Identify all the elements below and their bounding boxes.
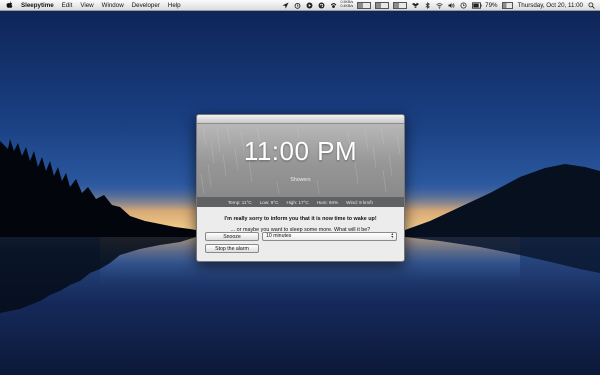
menu-window[interactable]: Window <box>102 2 124 9</box>
weather-condition: Showers <box>290 177 311 183</box>
snooze-duration-select[interactable]: 10 minutes ▲ ▼ <box>262 232 397 241</box>
app-menu-sleepytime[interactable]: Sleepytime <box>21 2 54 9</box>
weather-low: Low: 9°C <box>259 199 279 205</box>
disk-meter-icon[interactable] <box>393 1 408 9</box>
network-rate: 0.5KB/s 0.4KB/s <box>340 0 354 9</box>
wifi-icon[interactable] <box>436 2 443 9</box>
menu-view[interactable]: View <box>80 2 93 9</box>
weather-wind: Wind: 9 km/h <box>346 199 373 205</box>
paw-icon[interactable] <box>330 2 337 9</box>
weather-high: High: 17°C <box>286 199 309 205</box>
play-icon[interactable] <box>306 2 313 9</box>
weather-stats-bar: Temp: 11°C Low: 9°C High: 17°C Hum: 94% … <box>197 197 404 207</box>
alarm-clock-icon[interactable] <box>294 2 301 9</box>
dropbox-icon[interactable] <box>412 2 420 9</box>
apple-menu-icon[interactable] <box>6 1 13 9</box>
chevron-up-down-icon: ▲ ▼ <box>390 232 394 240</box>
snooze-duration-value: 10 minutes <box>266 233 292 239</box>
keyboard-input-icon[interactable] <box>501 1 513 9</box>
menu-help[interactable]: Help <box>168 2 181 9</box>
sync-icon[interactable] <box>318 2 325 9</box>
volume-icon[interactable] <box>448 2 455 9</box>
alarm-time: 11:00 PM <box>243 136 358 166</box>
bluetooth-icon[interactable] <box>424 1 431 9</box>
alarm-messages: I'm really sorry to inform you that it i… <box>197 207 404 233</box>
weather-humidity: Hum: 94% <box>316 199 339 205</box>
spotlight-search-icon[interactable] <box>588 1 595 9</box>
stop-alarm-button[interactable]: Stop the alarm <box>205 244 259 253</box>
weather-panel: 11:00 PM Showers <box>197 124 404 197</box>
location-icon[interactable] <box>281 1 289 9</box>
menu-developer[interactable]: Developer <box>132 2 160 9</box>
menu-edit[interactable]: Edit <box>62 2 73 9</box>
menubar-clock[interactable]: Thursday, Oct 20, 11:00 <box>518 2 583 9</box>
network-download-rate: 0.4KB/s <box>340 4 354 8</box>
alarm-window: 11:00 PM Showers Temp: 11°C Low: 9°C Hig… <box>196 114 405 262</box>
menu-bar: Sleepytime Edit View Window Developer He… <box>0 0 600 11</box>
time-machine-icon[interactable] <box>460 2 467 9</box>
cpu-meter-icon[interactable] <box>357 1 372 9</box>
window-titlebar[interactable] <box>197 115 404 124</box>
battery-percent: 79% <box>485 1 498 9</box>
wake-up-message: I'm really sorry to inform you that it i… <box>224 216 377 222</box>
battery-icon[interactable] <box>472 1 482 9</box>
memory-meter-icon[interactable] <box>375 1 390 9</box>
weather-temp: Temp: 11°C <box>228 199 252 205</box>
snooze-button[interactable]: Snooze <box>205 232 259 241</box>
